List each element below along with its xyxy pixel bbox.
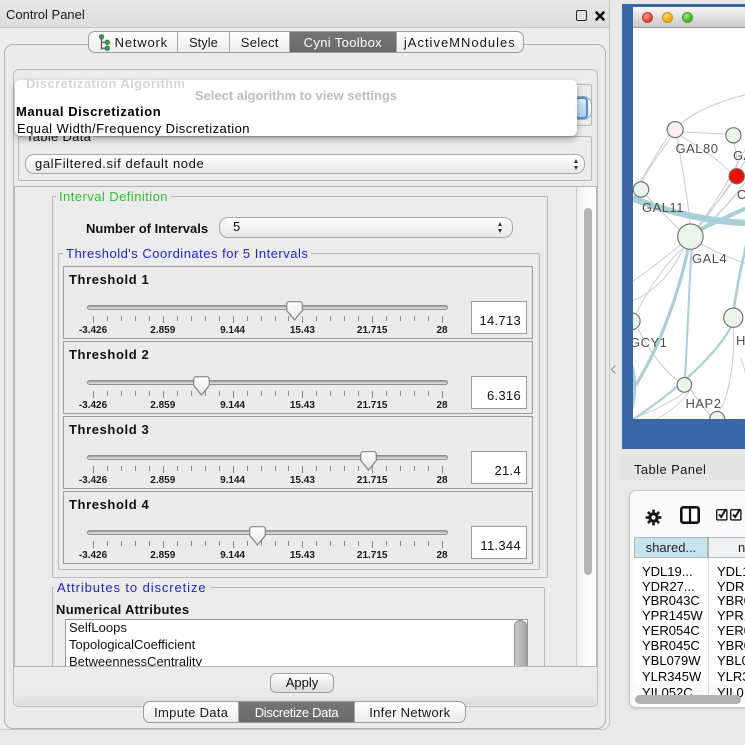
svg-text:H: H [736, 333, 745, 348]
svg-text:GCY1: GCY1 [633, 335, 667, 350]
svg-text:GAL4: GAL4 [692, 251, 727, 266]
svg-text:GAL11: GAL11 [642, 200, 684, 215]
svg-text:HAP2: HAP2 [686, 396, 722, 411]
svg-text:GA: GA [733, 148, 745, 163]
svg-text:C: C [737, 187, 745, 202]
svg-text:GAL80: GAL80 [676, 141, 719, 156]
